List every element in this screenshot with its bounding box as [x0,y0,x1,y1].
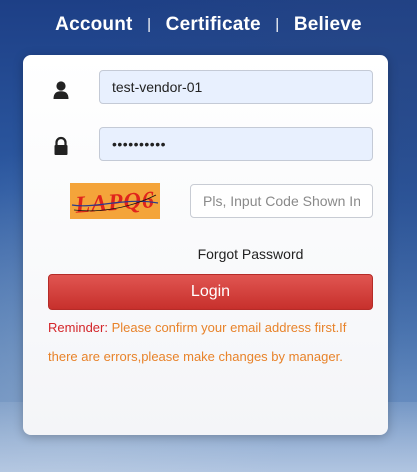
password-input[interactable] [99,127,373,161]
nav-separator: | [147,16,152,33]
reminder-label: Reminder: [48,320,108,335]
username-input[interactable] [99,70,373,104]
nav-link-account[interactable]: Account [55,14,132,35]
reminder-message: Reminder: Please confirm your email addr… [48,313,373,371]
user-icon [51,80,71,100]
login-button[interactable]: Login [48,274,373,310]
captcha-image[interactable]: LAPQ6 [70,183,160,219]
nav-link-certificate[interactable]: Certificate [166,14,261,35]
forgot-password-link[interactable]: Forgot Password [23,246,388,262]
nav-link-believe[interactable]: Believe [294,14,362,35]
nav-separator: | [275,16,280,33]
top-nav: Account | Certificate | Believe [0,14,417,36]
login-card: LAPQ6 Forgot Password Login Reminder: Pl… [23,55,388,435]
captcha-input[interactable] [190,184,373,218]
lock-icon [51,136,71,156]
